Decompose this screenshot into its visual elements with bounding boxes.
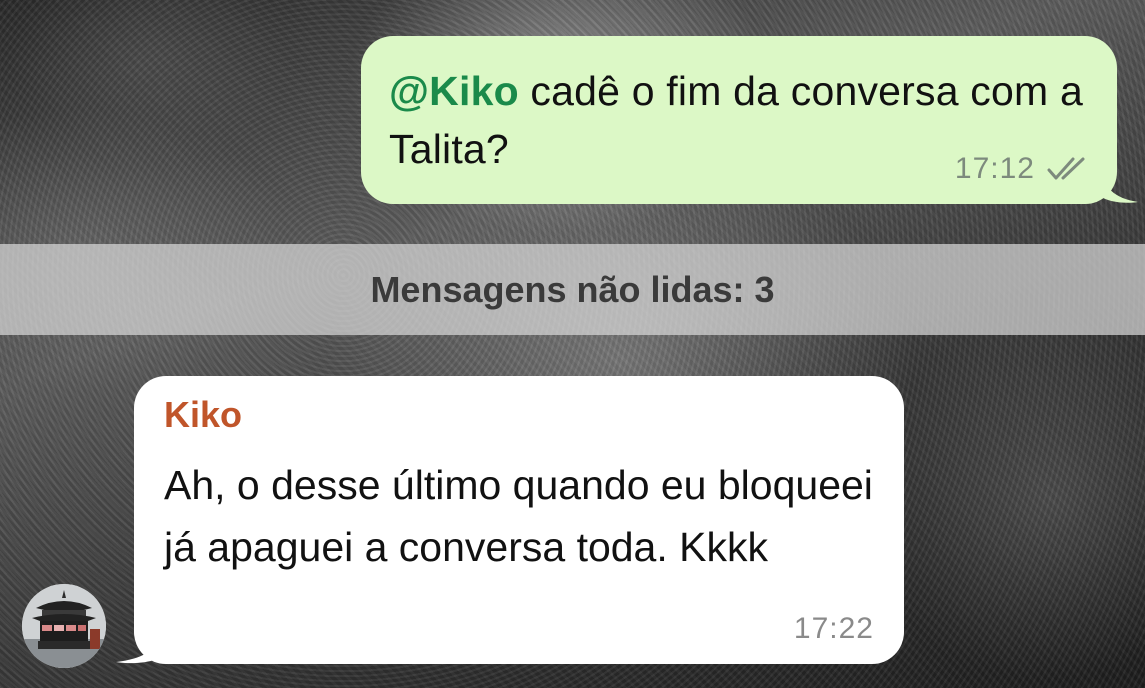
outgoing-message-bubble[interactable]: @Kiko cadê o fim da conversa com a Talit… — [361, 36, 1117, 204]
incoming-message-text: Ah, o desse último quando eu bloqueei já… — [164, 462, 873, 570]
pagoda-avatar-icon — [22, 584, 106, 668]
outgoing-message-time: 17:12 — [954, 152, 1035, 185]
chat-view[interactable]: @Kiko cadê o fim da conversa com a Talit… — [0, 0, 1145, 688]
sender-name[interactable]: Kiko — [164, 394, 242, 436]
outgoing-message-meta: 17:12 — [955, 152, 1091, 186]
unread-messages-banner: Mensagens não lidas: 3 — [0, 244, 1145, 335]
sender-avatar[interactable] — [22, 584, 106, 668]
unread-messages-label: Mensagens não lidas: 3 — [370, 268, 775, 310]
incoming-message-meta: 17:22 — [794, 612, 874, 646]
double-check-icon — [1047, 157, 1085, 180]
mention-link[interactable]: @Kiko — [389, 68, 519, 114]
incoming-message-time: 17:22 — [793, 612, 874, 645]
incoming-message-bubble[interactable]: Kiko Ah, o desse último quando eu bloque… — [134, 376, 904, 664]
